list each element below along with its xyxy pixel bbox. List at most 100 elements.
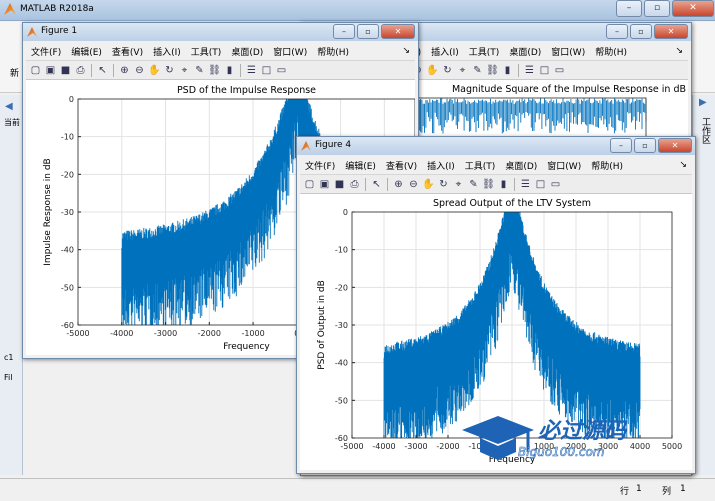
current-folder-tab[interactable]: 当前 xyxy=(4,117,20,128)
figure-4-matlab-icon xyxy=(301,141,311,151)
hide-plot-icon[interactable]: □ xyxy=(538,64,551,77)
rotate-icon[interactable]: ↻ xyxy=(163,64,176,77)
colorbar-icon[interactable]: ▮ xyxy=(497,178,510,191)
close-button[interactable]: ✕ xyxy=(672,0,714,17)
workspace-tab[interactable]: 工作区 xyxy=(699,117,712,144)
zoom-in-icon[interactable]: ⊕ xyxy=(118,64,131,77)
menu-item[interactable]: 帮助(H) xyxy=(586,159,628,172)
menu-item[interactable]: 文件(F) xyxy=(300,159,340,172)
matlab-status-bar: 行 1 列 1 xyxy=(0,478,715,501)
menu-item[interactable]: 编辑(E) xyxy=(340,159,381,172)
menu-item[interactable]: 帮助(H) xyxy=(312,45,354,58)
brush-icon[interactable]: ✎ xyxy=(467,178,480,191)
zoom-out-icon[interactable]: ⊖ xyxy=(133,64,146,77)
legend-icon[interactable]: ☰ xyxy=(523,64,536,77)
open-icon[interactable]: ▣ xyxy=(318,178,331,191)
save-icon[interactable]: ■ xyxy=(59,64,72,77)
dock-arrow-icon[interactable]: ↘ xyxy=(674,160,692,170)
pointer-icon[interactable]: ↖ xyxy=(370,178,383,191)
legend-icon[interactable]: ☰ xyxy=(519,178,532,191)
brush-icon[interactable]: ✎ xyxy=(193,64,206,77)
figure-back-close-button[interactable]: ✕ xyxy=(654,24,688,39)
minimize-button[interactable]: – xyxy=(616,0,642,17)
pointer-icon[interactable]: ↖ xyxy=(96,64,109,77)
figure-4-maximize-button[interactable]: ▫ xyxy=(634,138,656,153)
data-cursor-icon[interactable]: ⌖ xyxy=(452,178,465,191)
show-plot-icon[interactable]: ▭ xyxy=(553,64,566,77)
y-tick-label: -20 xyxy=(61,170,74,179)
figure-back-maximize-button[interactable]: ▫ xyxy=(630,24,652,39)
menu-item[interactable]: 工具(T) xyxy=(186,45,227,58)
pan-icon[interactable]: ✋ xyxy=(426,64,439,77)
figure-1-close-button[interactable]: ✕ xyxy=(381,24,415,39)
toolbar-separator xyxy=(518,63,519,77)
open-icon[interactable]: ▣ xyxy=(44,64,57,77)
show-plot-icon[interactable]: ▭ xyxy=(275,64,288,77)
menu-item[interactable]: 插入(I) xyxy=(426,45,464,58)
figure-4-window-buttons: – ▫ ✕ xyxy=(610,138,692,153)
figure-1-maximize-button[interactable]: ▫ xyxy=(357,24,379,39)
brush-icon[interactable]: ✎ xyxy=(471,64,484,77)
colorbar-icon[interactable]: ▮ xyxy=(223,64,236,77)
menu-item[interactable]: 桌面(D) xyxy=(500,159,542,172)
menu-item[interactable]: 窗口(W) xyxy=(542,159,586,172)
left-label-c1: c1 xyxy=(4,353,14,362)
menu-item[interactable]: 插入(I) xyxy=(148,45,186,58)
menu-item[interactable]: 查看(V) xyxy=(381,159,422,172)
print-icon[interactable]: ⎙ xyxy=(74,64,87,77)
menu-item[interactable]: 工具(T) xyxy=(464,45,505,58)
x-tick-label: -3000 xyxy=(154,329,177,338)
x-axis-label: Frequency xyxy=(223,342,270,352)
menu-item[interactable]: 窗口(W) xyxy=(268,45,312,58)
colorbar-icon[interactable]: ▮ xyxy=(501,64,514,77)
menu-item[interactable]: 工具(T) xyxy=(460,159,501,172)
figure-4-title-bar[interactable]: Figure 4 – ▫ ✕ xyxy=(297,137,695,155)
zoom-in-icon[interactable]: ⊕ xyxy=(392,178,405,191)
back-arrow-icon[interactable]: ◀ xyxy=(5,101,13,112)
data-cursor-icon[interactable]: ⌖ xyxy=(178,64,191,77)
zoom-out-icon[interactable]: ⊖ xyxy=(407,178,420,191)
menu-item[interactable]: 桌面(D) xyxy=(226,45,268,58)
dock-arrow-icon[interactable]: ↘ xyxy=(670,46,688,56)
forward-arrow-icon[interactable]: ▶ xyxy=(699,97,707,108)
hide-plot-icon[interactable]: □ xyxy=(534,178,547,191)
show-plot-icon[interactable]: ▭ xyxy=(549,178,562,191)
pan-icon[interactable]: ✋ xyxy=(148,64,161,77)
y-tick-label: -50 xyxy=(335,396,348,405)
chart-title: Spread Output of the LTV System xyxy=(433,198,591,209)
toolstrip-label-new: 新 xyxy=(10,69,20,79)
rotate-icon[interactable]: ↻ xyxy=(437,178,450,191)
save-icon[interactable]: ■ xyxy=(333,178,346,191)
menu-item[interactable]: 查看(V) xyxy=(107,45,148,58)
legend-icon[interactable]: ☰ xyxy=(245,64,258,77)
figure-4-close-button[interactable]: ✕ xyxy=(658,138,692,153)
menu-item[interactable]: 帮助(H) xyxy=(590,45,632,58)
menu-item[interactable]: 文件(F) xyxy=(26,45,66,58)
figure-1-title-bar[interactable]: Figure 1 – ▫ ✕ xyxy=(23,23,418,41)
x-tick-label: -3000 xyxy=(404,442,427,451)
link-icon[interactable]: ⛓ xyxy=(482,178,495,191)
matlab-logo-icon xyxy=(4,3,16,15)
hide-plot-icon[interactable]: □ xyxy=(260,64,273,77)
pan-icon[interactable]: ✋ xyxy=(422,178,435,191)
rotate-icon[interactable]: ↻ xyxy=(441,64,454,77)
x-tick-label: -4000 xyxy=(372,442,395,451)
toolbar-separator xyxy=(365,177,366,191)
data-cursor-icon[interactable]: ⌖ xyxy=(456,64,469,77)
figure-4-minimize-button[interactable]: – xyxy=(610,138,632,153)
figure-1-minimize-button[interactable]: – xyxy=(333,24,355,39)
print-icon[interactable]: ⎙ xyxy=(348,178,361,191)
link-icon[interactable]: ⛓ xyxy=(486,64,499,77)
toolbar-separator xyxy=(514,177,515,191)
menu-item[interactable]: 编辑(E) xyxy=(66,45,107,58)
menu-item[interactable]: 桌面(D) xyxy=(504,45,546,58)
figure-4-toolbar: ▢ ▣ ■ ⎙ ↖ ⊕ ⊖ ✋ ↻ ⌖ ✎ ⛓ ▮ ☰ □ ▭ xyxy=(300,174,692,194)
new-file-icon[interactable]: ▢ xyxy=(303,178,316,191)
maximize-button[interactable]: ▫ xyxy=(644,0,670,17)
dock-arrow-icon[interactable]: ↘ xyxy=(397,46,415,56)
link-icon[interactable]: ⛓ xyxy=(208,64,221,77)
menu-item[interactable]: 插入(I) xyxy=(422,159,460,172)
menu-item[interactable]: 窗口(W) xyxy=(546,45,590,58)
figure-back-minimize-button[interactable]: – xyxy=(606,24,628,39)
new-file-icon[interactable]: ▢ xyxy=(29,64,42,77)
